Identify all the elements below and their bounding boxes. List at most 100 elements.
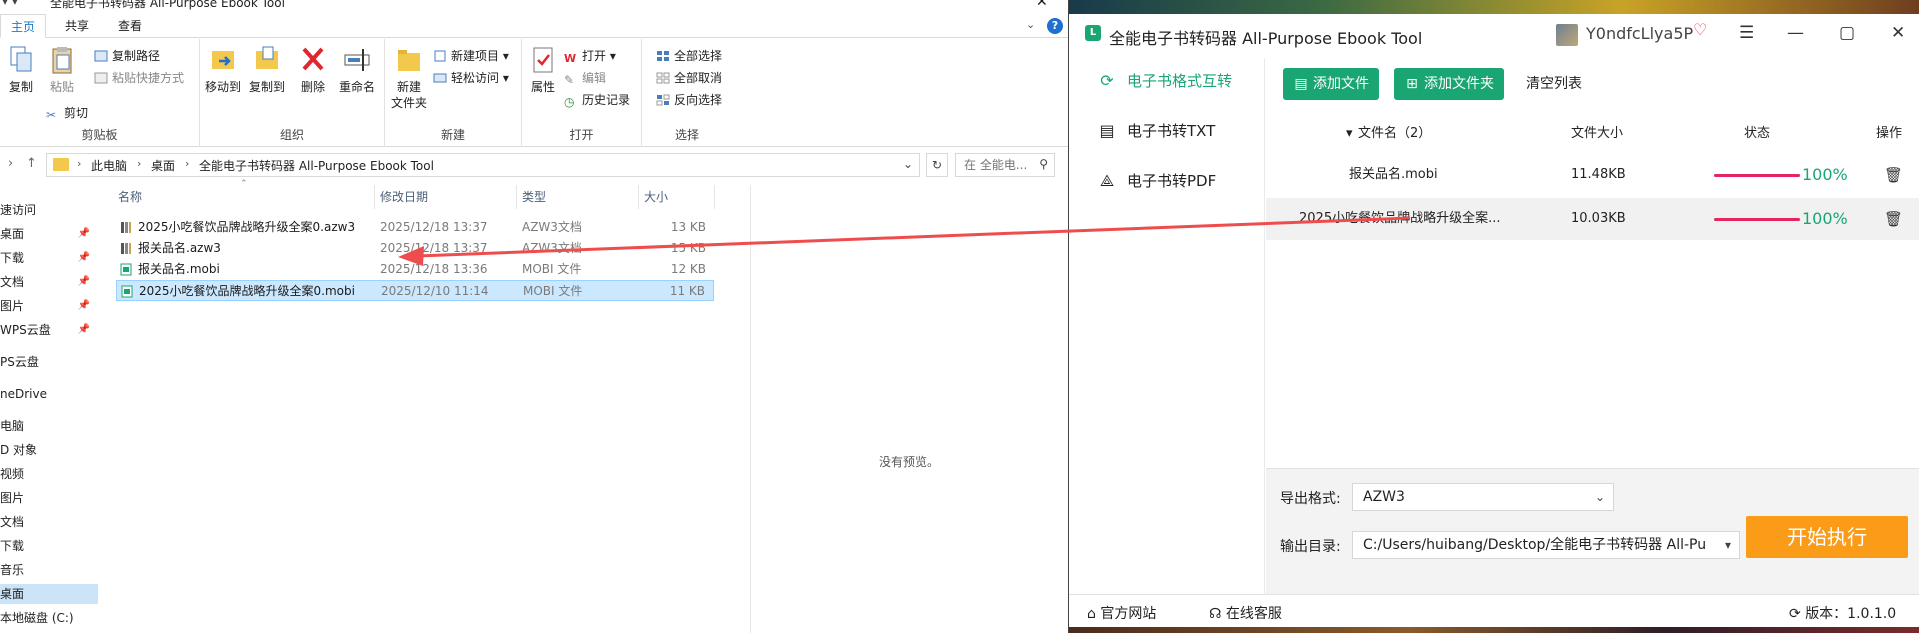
nav-item[interactable]: 桌面	[0, 584, 98, 604]
nav-item[interactable]: 图片	[0, 488, 98, 508]
add-file-button[interactable]: ▤ 添加文件	[1283, 68, 1379, 100]
paste-button[interactable]: 粘贴	[44, 45, 80, 95]
tab-view[interactable]: 查看	[108, 14, 152, 38]
nav-item[interactable]: D 对象	[0, 440, 98, 460]
new-folder-button[interactable]: 新建 文件夹	[389, 45, 429, 111]
file-row[interactable]: 2025小吃餐饮品牌战略升级全案0.azw3 2025/12/18 13:37 AZ…	[116, 217, 714, 238]
column-header-type[interactable]: 类型	[522, 185, 546, 209]
up-arrow-icon[interactable]: ↑	[26, 156, 37, 171]
nav-item[interactable]: PS云盘	[0, 352, 98, 372]
invert-selection-button[interactable]: 反向选择	[656, 91, 722, 109]
sort-desc-icon[interactable]: ▾	[1346, 116, 1353, 152]
column-header-name[interactable]: 名称	[118, 185, 142, 209]
tab-share[interactable]: 共享	[55, 14, 99, 38]
file-row[interactable]: 报关品名.mobi 2025/12/18 13:36 MOBI 文件 12 KB	[116, 259, 714, 280]
breadcrumb-this-pc[interactable]: 此电脑	[91, 157, 127, 174]
tab-home[interactable]: 主页	[0, 14, 47, 38]
sidebar-item-to-pdf[interactable]: ⟁ 电子书转PDF	[1069, 161, 1265, 201]
nav-item-label: 下载	[0, 539, 25, 553]
nav-item[interactable]: 速访问	[0, 200, 98, 220]
delete-row-button[interactable]: 🗑	[1884, 154, 1903, 196]
properties-button[interactable]: 属性	[526, 45, 560, 95]
support-link[interactable]: ☊ 在线客服	[1209, 603, 1282, 623]
sidebar-item-to-txt[interactable]: ▤ 电子书转TXT	[1069, 111, 1265, 151]
username[interactable]: Y0ndfcLlya5P	[1586, 24, 1693, 43]
explorer-close-button[interactable]: ✕	[1036, 0, 1048, 10]
clear-list-button[interactable]: 清空列表	[1526, 68, 1582, 100]
column-divider[interactable]	[374, 185, 375, 209]
minimize-button[interactable]: —	[1787, 23, 1804, 43]
copy-to-button[interactable]: 复制到	[246, 45, 288, 95]
file-row[interactable]: 报关品名.azw3 2025/12/18 13:37 AZW3文档 15 KB	[116, 238, 714, 259]
delete-row-button[interactable]: 🗑	[1884, 198, 1903, 240]
copy-path-button[interactable]: 复制路径	[94, 47, 160, 65]
menu-icon[interactable]: ☰	[1739, 23, 1754, 43]
chevron-right-icon[interactable]: ›	[77, 157, 81, 170]
column-divider[interactable]	[638, 185, 639, 209]
nav-item[interactable]: 图片 📌	[0, 296, 98, 316]
column-divider[interactable]	[714, 185, 715, 209]
history-button[interactable]: ◷ 历史记录	[564, 91, 630, 109]
help-icon[interactable]: ?	[1047, 18, 1063, 34]
pin-icon[interactable]: 📌	[78, 272, 90, 292]
select-none-button[interactable]: 全部取消	[656, 69, 722, 87]
chevron-left-icon[interactable]: ›	[8, 156, 13, 171]
cut-button[interactable]: ✂ 剪切	[46, 104, 88, 122]
edit-button[interactable]: ✎ 编辑	[564, 69, 606, 87]
pin-icon[interactable]: 📌	[78, 224, 90, 244]
quick-access-toolbar[interactable]: ▾ ▾	[2, 0, 18, 8]
output-dir-select[interactable]: C:/Users/huibang/Desktop/全能电子书转码器 All-Pu…	[1352, 531, 1740, 559]
add-folder-button[interactable]: ⊞ 添加文件夹	[1394, 68, 1504, 100]
start-button[interactable]: 开始执行	[1746, 516, 1908, 558]
nav-item[interactable]: 视频	[0, 464, 98, 484]
chevron-right-icon[interactable]: ›	[185, 157, 189, 170]
column-header-modified[interactable]: 修改日期	[380, 185, 428, 209]
nav-item[interactable]: 音乐	[0, 560, 98, 580]
new-item-button[interactable]: 新建项目 ▾	[433, 47, 509, 65]
scissors-icon: ✂	[46, 108, 57, 122]
ribbon-expand-icon[interactable]: ⌄	[1026, 18, 1035, 31]
easy-access-button[interactable]: 轻松访问 ▾	[433, 69, 509, 87]
pin-icon[interactable]: 📌	[78, 320, 90, 340]
nav-item[interactable]: neDrive	[0, 384, 98, 404]
breadcrumb-current-folder[interactable]: 全能电子书转码器 All-Purpose Ebook Tool	[199, 157, 434, 174]
column-header-filename[interactable]: 文件名（2）	[1358, 116, 1431, 152]
maximize-button[interactable]: ▢	[1839, 23, 1855, 43]
file-row[interactable]: 2025小吃餐饮品牌战略升级全案0.mobi 2025/12/10 11:14 MO…	[116, 280, 714, 301]
copy-button[interactable]: 复制	[4, 45, 38, 95]
avatar[interactable]	[1556, 24, 1578, 46]
delete-button[interactable]: 删除	[298, 45, 328, 95]
nav-item[interactable]: 文档 📌	[0, 272, 98, 292]
nav-item[interactable]: 电脑	[0, 416, 98, 436]
nav-item[interactable]: 桌面 📌	[0, 224, 98, 244]
website-link[interactable]: ⌂ 官方网站	[1087, 603, 1156, 623]
open-button[interactable]: W 打开 ▾	[564, 47, 616, 65]
table-row[interactable]: 2025小吃餐饮品牌战略升级全案... 10.03KB 100% 🗑	[1266, 198, 1919, 240]
nav-item[interactable]: WPS云盘 📌	[0, 320, 98, 340]
address-bar[interactable]: › 此电脑 › 桌面 › 全能电子书转码器 All-Purpose Ebook …	[46, 153, 920, 177]
move-to-button[interactable]: 移动到	[202, 45, 244, 95]
vip-diamond-icon[interactable]: ♡	[1693, 20, 1707, 39]
breadcrumb-desktop[interactable]: 桌面	[151, 157, 175, 174]
refresh-button[interactable]: ↻	[926, 153, 948, 177]
nav-item[interactable]: 下载	[0, 536, 98, 556]
progress-bar	[1714, 218, 1800, 221]
search-box[interactable]: ⚲	[955, 153, 1055, 177]
pin-icon[interactable]: 📌	[78, 296, 90, 316]
nav-item[interactable]: 下载 📌	[0, 248, 98, 268]
address-dropdown-icon[interactable]: ⌄	[903, 157, 913, 171]
chevron-right-icon[interactable]: ›	[137, 157, 141, 170]
sidebar-item-format-convert[interactable]: ⟳ 电子书格式互转	[1069, 61, 1265, 101]
paste-shortcut-button[interactable]: 粘贴快捷方式	[94, 69, 184, 87]
rename-button[interactable]: 重命名	[335, 45, 379, 95]
nav-item[interactable]: 文档	[0, 512, 98, 532]
search-input[interactable]	[964, 155, 1044, 175]
pin-icon[interactable]: 📌	[78, 248, 90, 268]
table-row[interactable]: 报关品名.mobi 11.48KB 100% 🗑	[1266, 154, 1919, 196]
nav-item[interactable]: 本地磁盘 (C:)	[0, 608, 98, 628]
column-header-size[interactable]: 大小	[644, 185, 668, 209]
select-all-button[interactable]: 全部选择	[656, 47, 722, 65]
column-divider[interactable]	[516, 185, 517, 209]
export-format-select[interactable]: AZW3 ⌄	[1352, 483, 1614, 511]
close-button[interactable]: ✕	[1891, 23, 1905, 43]
